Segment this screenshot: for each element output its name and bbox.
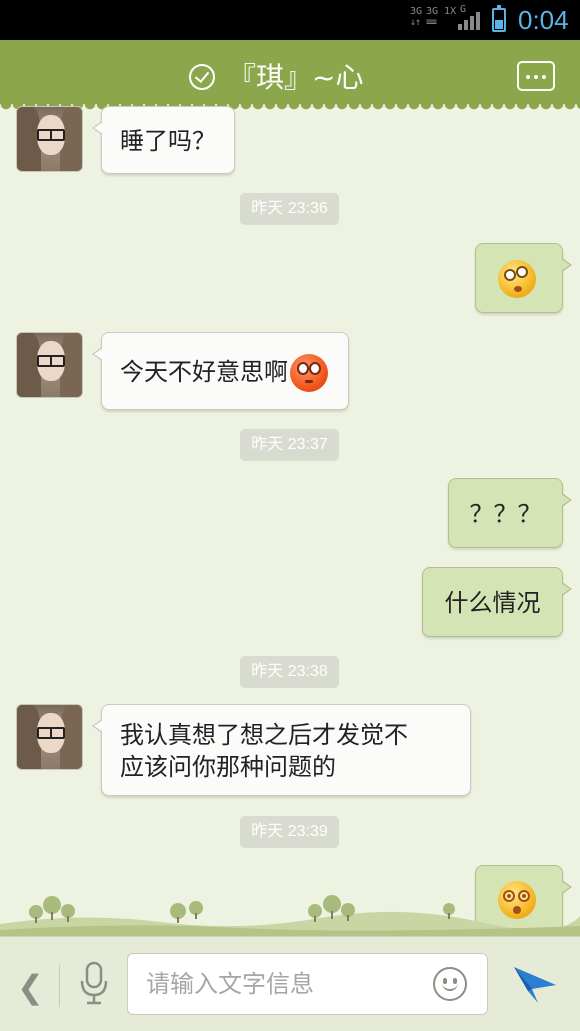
timestamp-label: 昨天 23:37 (240, 429, 339, 461)
microphone-icon[interactable] (79, 959, 109, 1009)
message-text: 今天不好意思啊 (120, 358, 288, 386)
signal-bars-icon (458, 10, 484, 30)
incoming-message-bubble[interactable]: 我认真想了想之后才发觉不 应该问你那种问题的 (92, 704, 471, 796)
network-3g1x-indicator: 3G 1X ≡≡ (426, 6, 457, 28)
timestamp-label: 昨天 23:39 (240, 816, 339, 848)
message-text: 睡了吗？ (120, 127, 216, 155)
message-text: 什么情况 (444, 589, 541, 617)
status-time: 0:04 (518, 5, 569, 35)
outgoing-message-bubble[interactable] (475, 243, 572, 313)
chat-header: 『琪』~心 (0, 40, 580, 110)
outgoing-message-bubble[interactable]: 什么情况 (422, 567, 572, 637)
message-input-field (127, 953, 488, 1015)
timestamp-label: 昨天 23:38 (240, 656, 339, 688)
status-bar: 3G ↓↑ 3G 1X ≡≡ G 0:04 (0, 0, 580, 40)
timestamp-label: 昨天 23:36 (240, 193, 339, 225)
chevron-left-icon[interactable]: ❮ (17, 967, 44, 1007)
red-face-emoji-icon (290, 354, 328, 392)
outgoing-message-bubble[interactable] (475, 865, 572, 933)
chat-title: 『琪』~心 (228, 61, 364, 94)
more-dots-icon[interactable] (517, 61, 555, 91)
chat-message-list[interactable]: 睡了吗？ 昨天 23:36 今天不好意思啊 昨天 23:37 ？？？ 什么情况 … (0, 104, 580, 936)
send-arrow-icon[interactable] (512, 963, 558, 1005)
incoming-message-bubble[interactable]: 今天不好意思啊 (92, 332, 349, 410)
check-circle-icon (189, 64, 215, 90)
battery-icon (492, 5, 506, 32)
outgoing-message-bubble[interactable]: ？？？ (448, 478, 572, 548)
message-input[interactable] (146, 954, 426, 1014)
message-text-line: 应该问你那种问题的 (120, 753, 336, 781)
incoming-message-bubble[interactable]: 睡了吗？ (92, 106, 235, 174)
message-text-line: 我认真想了想之后才发觉不 (120, 721, 408, 749)
avatar[interactable] (16, 106, 83, 172)
dizzy-face-emoji-icon (498, 260, 536, 298)
smiley-icon[interactable] (433, 967, 467, 1001)
message-text: ？？？ (469, 500, 542, 528)
avatar[interactable] (16, 704, 83, 770)
avatar[interactable] (16, 332, 83, 398)
message-input-bar: ❮ (0, 936, 580, 1031)
divider (59, 965, 60, 1007)
spiral-eyes-emoji-icon (498, 881, 536, 919)
network-3g-indicator: 3G ↓↑ (410, 6, 423, 28)
